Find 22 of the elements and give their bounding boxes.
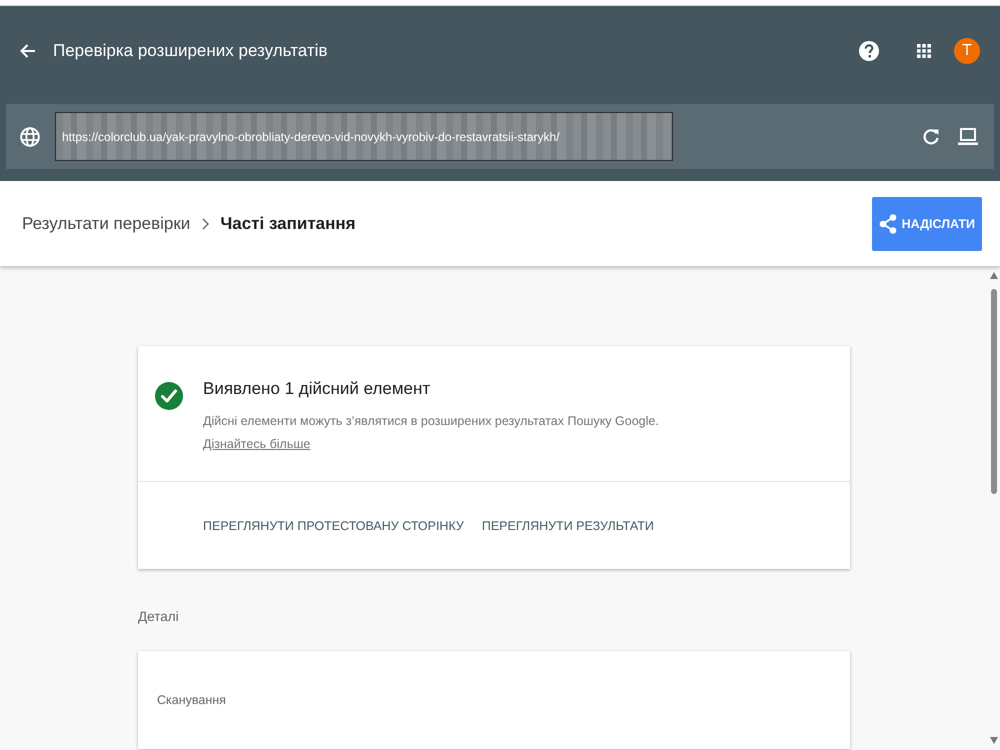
- breadcrumb-link[interactable]: Результати перевірки: [22, 214, 190, 234]
- share-icon: [878, 214, 897, 234]
- section-title: Сканування: [157, 693, 226, 707]
- learn-more-link[interactable]: Дізнайтесь більше: [203, 437, 310, 451]
- device-button[interactable]: [958, 128, 978, 146]
- scrollbar-thumb[interactable]: [991, 289, 997, 494]
- scroll-down-icon[interactable]: [990, 737, 998, 744]
- result-description: Дійсні елементи можуть з’являтися в розширених результатах Пошуку Google.: [203, 414, 659, 428]
- globe-icon: [20, 126, 40, 146]
- apps-grid-icon: [917, 44, 931, 58]
- result-title: Виявлено 1 дійсний елемент: [203, 379, 430, 399]
- action-link[interactable]: ПЕРЕГЛЯНУТИ РЕЗУЛЬТАТИ: [482, 518, 654, 532]
- help-icon: [859, 41, 879, 61]
- laptop-icon: [958, 128, 978, 146]
- action-link[interactable]: ПЕРЕГЛЯНУТИ ПРОТЕСТОВАНУ СТОРІНКУ: [203, 518, 464, 532]
- chevron-right-icon: [200, 218, 210, 230]
- refresh-icon: [922, 128, 940, 146]
- page-title: Перевірка розширених результатів: [53, 41, 328, 61]
- breadcrumb-link[interactable]: Часті запитання: [220, 214, 356, 234]
- details-heading: Деталі: [138, 609, 179, 624]
- scroll-up-icon[interactable]: [990, 272, 998, 279]
- share-button[interactable]: НАДІСЛАТИ: [872, 196, 982, 250]
